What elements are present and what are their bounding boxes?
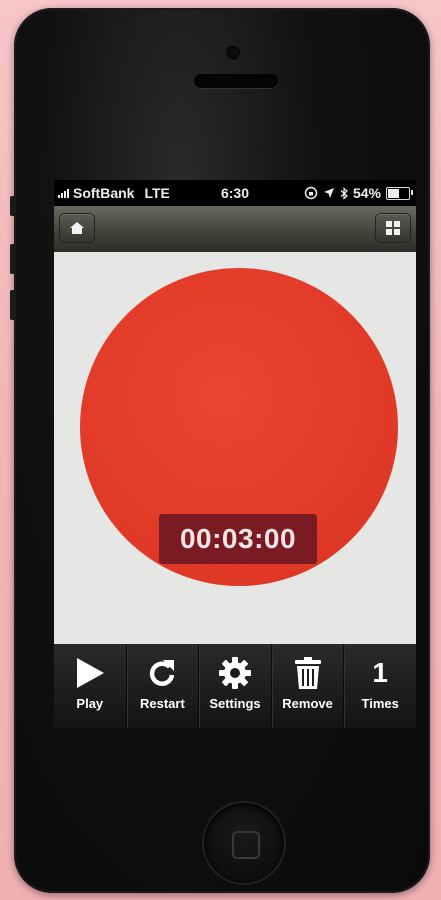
home-icon (70, 222, 84, 234)
home-square-icon (232, 831, 260, 859)
front-camera (226, 46, 240, 60)
screen: SoftBank LTE 6:30 54% 00:03:00 Play Rest… (54, 180, 416, 728)
times-label: Times (361, 696, 399, 711)
earpiece-speaker (194, 74, 278, 88)
times-button[interactable]: 1 Times (344, 644, 416, 728)
volume-down-button (10, 290, 16, 320)
mute-switch (10, 196, 16, 216)
play-button[interactable]: Play (54, 644, 127, 728)
bottom-toolbar: Play Restart Settings Remove 1 Times (54, 644, 416, 728)
trash-icon (294, 657, 321, 689)
restart-button[interactable]: Restart (127, 644, 200, 728)
rotation-lock-icon (304, 186, 318, 200)
gear-icon (218, 657, 251, 689)
grid-view-button[interactable] (376, 214, 410, 242)
settings-button[interactable]: Settings (199, 644, 272, 728)
play-icon (76, 658, 104, 688)
timer-page: 00:03:00 (54, 252, 416, 690)
remove-label: Remove (282, 696, 333, 711)
restart-icon (150, 660, 175, 686)
remove-button[interactable]: Remove (272, 644, 345, 728)
restart-label: Restart (139, 696, 185, 711)
bluetooth-icon (340, 186, 348, 200)
status-right: 54% (304, 185, 413, 201)
battery-icon (386, 186, 413, 200)
home-hardware-button[interactable] (204, 803, 284, 883)
times-count: 1 (372, 657, 388, 688)
battery-percent: 54% (352, 185, 381, 201)
settings-label: Settings (209, 696, 261, 711)
play-label: Play (76, 696, 104, 711)
navigation-bar (54, 206, 416, 253)
grid-icon (386, 221, 400, 235)
home-button[interactable] (60, 214, 94, 242)
volume-up-button (10, 244, 16, 274)
location-arrow-icon (323, 188, 334, 198)
phone-frame: SoftBank LTE 6:30 54% 00:03:00 Play Rest… (10, 8, 430, 893)
timer-display: 00:03:00 (159, 514, 317, 564)
status-bar: SoftBank LTE 6:30 54% (54, 180, 416, 206)
